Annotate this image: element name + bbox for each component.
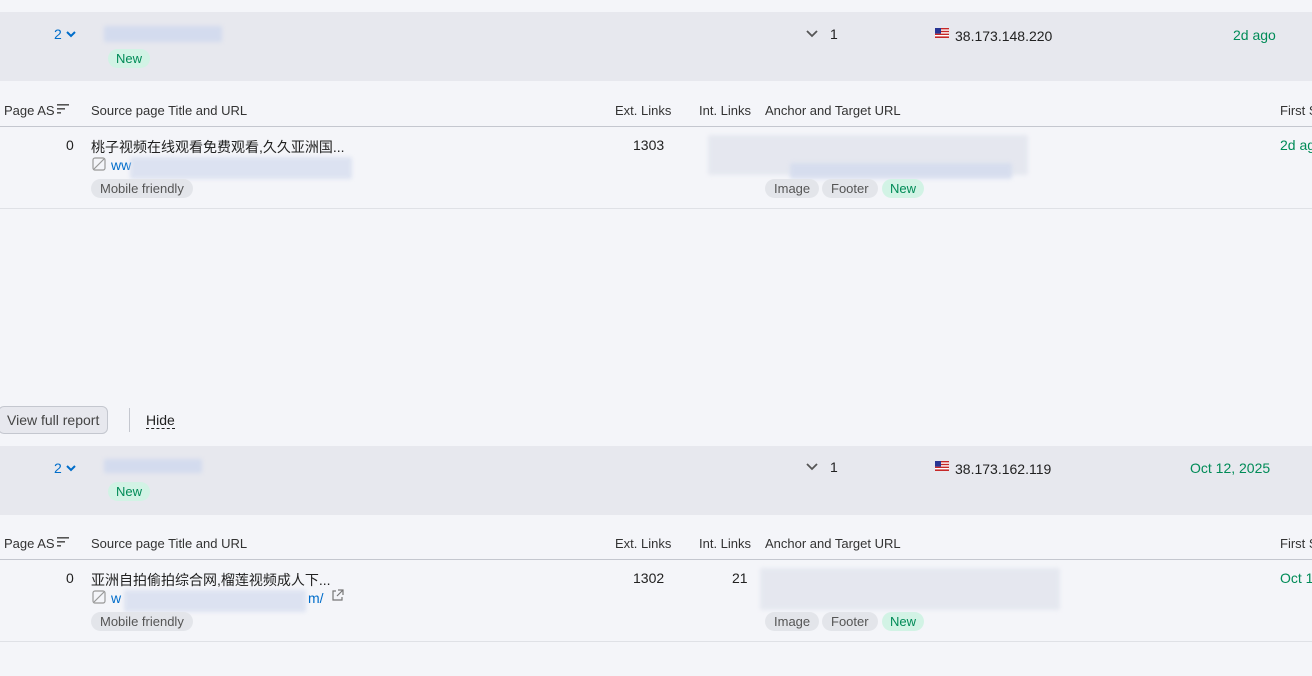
backlinks-table-header-1: Page AS Source page Title and URL Ext. L… [0,82,1312,127]
anchor-target-redacted[interactable] [760,568,1060,610]
source-url-link[interactable]: w [111,590,121,606]
links-expand-toggle[interactable]: 1 [806,26,838,42]
us-flag-icon [935,461,949,471]
backlink-row-2: 0 亚洲自拍偷拍综合网,榴莲视频成人下... w m/ Mobile frien… [0,560,1312,642]
footer-chip: Footer [822,612,878,631]
chevron-down-icon [66,30,76,37]
col-int-links[interactable]: Int. Links [699,536,751,551]
first-seen-date: Oct 12, 2025 [1190,460,1271,476]
col-page-as[interactable]: Page AS [4,536,55,551]
backlinks-table-header-2: Page AS Source page Title and URL Ext. L… [0,515,1312,560]
page-as-value: 0 [66,570,74,586]
col-ext-links[interactable]: Ext. Links [615,536,671,551]
col-page-as[interactable]: Page AS [4,103,55,118]
mobile-friendly-chip: Mobile friendly [91,612,193,631]
sort-icon[interactable] [57,104,70,114]
first-seen-value: 2d ag [1280,137,1312,153]
ext-links-value: 1303 [633,137,665,153]
ext-links-value: 1302 [633,570,665,586]
source-url-suffix[interactable]: m/ [308,590,324,606]
new-badge: New [108,482,151,501]
col-first-seen[interactable]: First S [1280,536,1312,551]
links-expand-toggle[interactable]: 1 [806,459,838,475]
ip-address: 38.173.162.119 [955,461,1052,477]
col-ext-links[interactable]: Ext. Links [615,103,671,118]
ip-address: 38.173.148.220 [955,28,1053,44]
chevron-down-icon [806,463,818,471]
backlinks-count: 2 [54,26,62,42]
referring-domain-row-1: 2 New 1 38.173.148.220 2d ago [0,12,1312,81]
backlinks-count-toggle[interactable]: 2 [54,26,76,42]
backlinks-count: 2 [54,460,62,476]
image-chip: Image [765,612,820,631]
first-seen-value: Oct 1 [1280,570,1312,586]
domain-name-redacted[interactable] [104,26,222,42]
source-url-link[interactable]: ww [111,157,131,173]
source-url-redacted [130,157,352,179]
nofollow-icon [92,157,106,171]
col-anchor-target: Anchor and Target URL [765,103,901,118]
backlink-row-1: 0 桃子视频在线观看免费观看,久久亚洲国... ww Mobile friend… [0,127,1312,209]
nofollow-icon [92,590,106,604]
view-full-report-button[interactable]: View full report [0,406,109,434]
divider [129,408,130,432]
hide-link[interactable]: Hide [146,412,175,429]
domain-name-redacted[interactable] [104,459,202,473]
links-count: 1 [830,26,838,42]
target-url-redacted[interactable] [790,163,1012,179]
backlinks-count-toggle[interactable]: 2 [54,460,76,476]
int-links-value: 21 [732,570,748,586]
col-source-page: Source page Title and URL [91,103,248,118]
new-badge: New [108,49,151,68]
chevron-down-icon [806,30,818,38]
new-badge: New [882,179,925,198]
image-chip: Image [765,179,820,198]
external-link-icon[interactable] [331,589,344,602]
source-page-title: 亚洲自拍偷拍综合网,榴莲视频成人下... [91,572,331,588]
us-flag-icon [935,28,949,38]
col-source-page: Source page Title and URL [91,536,248,551]
chevron-down-icon [66,464,76,471]
page-as-value: 0 [66,137,74,153]
source-page-title: 桃子视频在线观看免费观看,久久亚洲国... [91,139,345,155]
referring-domain-row-2: 2 New 1 38.173.162.119 Oct 12, 2025 [0,446,1312,515]
col-int-links[interactable]: Int. Links [699,103,751,118]
mobile-friendly-chip: Mobile friendly [91,179,193,198]
sort-icon[interactable] [57,537,70,547]
col-anchor-target: Anchor and Target URL [765,536,901,551]
col-first-seen[interactable]: First S [1280,103,1312,118]
links-count: 1 [830,459,838,475]
first-seen-date: 2d ago [1233,27,1276,43]
source-url-redacted [124,590,306,612]
new-badge: New [882,612,925,631]
footer-chip: Footer [822,179,878,198]
